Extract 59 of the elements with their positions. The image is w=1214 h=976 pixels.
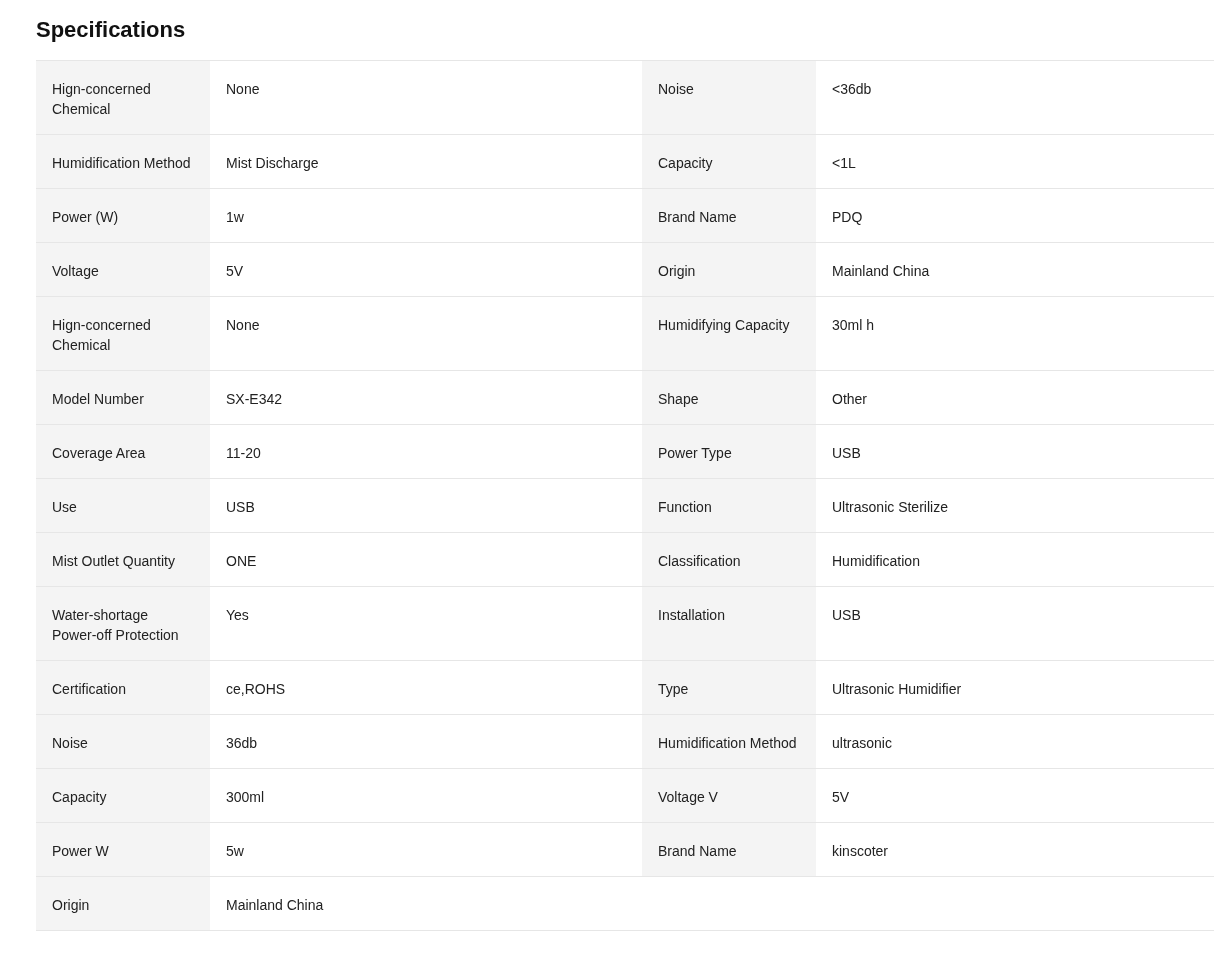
spec-label-cell: Power Type — [642, 425, 816, 478]
spec-value-cell-text: PDQ — [831, 208, 864, 227]
spec-value-cell-text: None — [225, 316, 261, 335]
spec-label-cell: Certification — [36, 661, 210, 714]
spec-label-cell: Origin — [642, 243, 816, 296]
spec-label-cell: Shape — [642, 371, 816, 424]
spec-label-cell: Power (W) — [36, 189, 210, 242]
spec-label-cell: Origin — [36, 877, 210, 930]
spec-value-cell-text: SX-E342 — [225, 390, 284, 409]
spec-label-cell: Hign-concerned Chemical — [36, 61, 210, 134]
spec-value-cell-text: ce,ROHS — [225, 680, 287, 699]
spec-value-cell-text: USB — [225, 498, 256, 517]
spec-value-cell-text: ultrasonic — [831, 734, 893, 753]
spec-label-cell: Water-shortage Power-off Protection — [36, 587, 210, 660]
spec-label-cell: Humidification Method — [642, 715, 816, 768]
spec-label-cell: Mist Outlet Quantity — [36, 533, 210, 586]
spec-value-cell-text: Mist Discharge — [225, 154, 320, 173]
spec-value-cell-text: <36db — [831, 80, 873, 99]
spec-value-cell-text: 11-20 — [225, 444, 262, 463]
spec-label-cell: Coverage Area — [36, 425, 210, 478]
spec-label-cell: Power W — [36, 823, 210, 876]
spec-label-cell: Capacity — [36, 769, 210, 822]
spec-label-cell: Hign-concerned Chemical — [36, 297, 210, 370]
spec-label-cell: Classification — [642, 533, 816, 586]
spec-value-cell-text: Mainland China — [225, 896, 325, 915]
spec-value-cell-text: Ultrasonic Sterilize — [831, 498, 949, 517]
spec-value-cell-text: Humidification — [831, 552, 921, 571]
spec-label-cell: Capacity — [642, 135, 816, 188]
spec-value-cell-text: kinscoter — [831, 842, 890, 861]
spec-value-cell-text: 300ml — [225, 788, 266, 807]
spec-value-cell-text: Ultrasonic Humidifier — [831, 680, 963, 699]
spec-label-cell: Use — [36, 479, 210, 532]
spec-value-cell-text: USB — [831, 444, 862, 463]
spec-value-cell-text: 5w — [225, 842, 245, 861]
spec-value-cell-text: Yes — [225, 606, 250, 625]
section-title: Specifications — [36, 16, 186, 44]
spec-value-cell-text: 36db — [225, 734, 259, 753]
spec-value-cell-text: 1w — [225, 208, 245, 227]
spec-label-cell: Model Number — [36, 371, 210, 424]
spec-value-cell-text: ONE — [225, 552, 258, 571]
spec-label-cell: Noise — [36, 715, 210, 768]
spec-value-cell-text: None — [225, 80, 261, 99]
spec-label-cell: Voltage — [36, 243, 210, 296]
spec-label-cell: Installation — [642, 587, 816, 660]
spec-value-cell-text: Mainland China — [831, 262, 931, 281]
spec-label-cell: Voltage V — [642, 769, 816, 822]
spec-label-cell: Noise — [642, 61, 816, 134]
spec-value-cell-text: 5V — [225, 262, 245, 281]
spec-label-cell: Function — [642, 479, 816, 532]
spec-label-cell: Type — [642, 661, 816, 714]
spec-label-cell: Brand Name — [642, 823, 816, 876]
spec-value-cell-text: <1L — [831, 154, 857, 173]
spec-label-cell: Humidifying Capacity — [642, 297, 816, 370]
spec-label-cell: Brand Name — [642, 189, 816, 242]
spec-value-cell-text: 5V — [831, 788, 851, 807]
spec-value-cell-text: 30ml h — [831, 316, 876, 335]
spec-label-cell: Humidification Method — [36, 135, 210, 188]
spec-value-cell-text: USB — [831, 606, 862, 625]
spec-value-cell-text: Other — [831, 390, 868, 409]
